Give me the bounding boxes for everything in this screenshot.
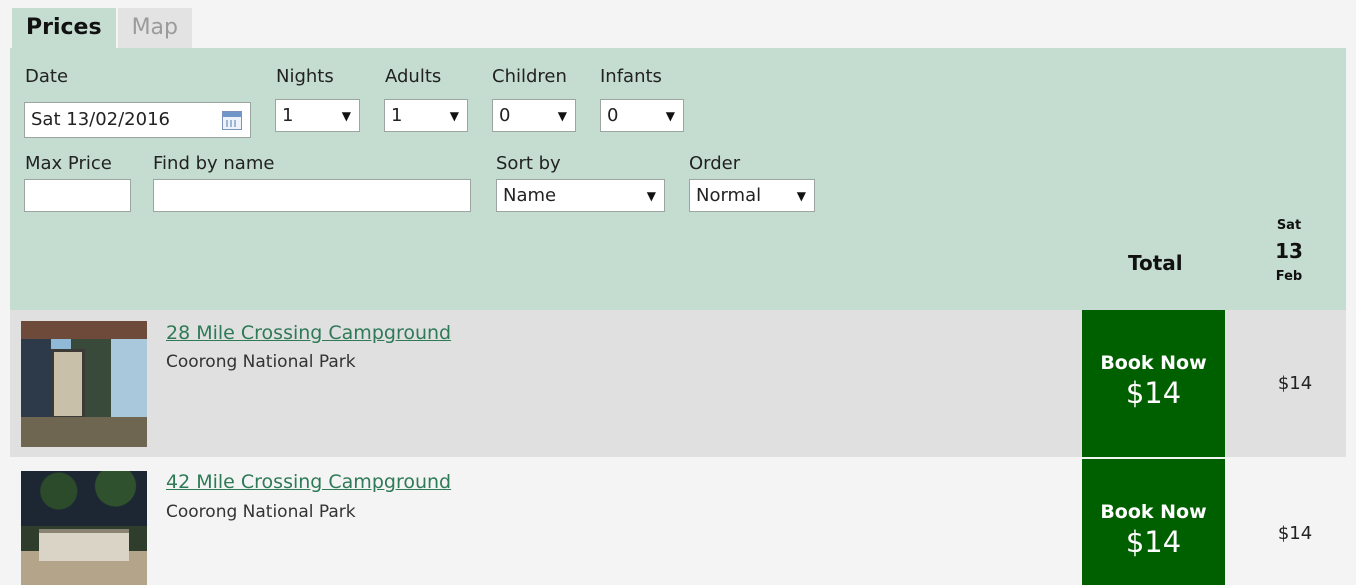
- dropdown-arrow-icon: ▼: [341, 108, 351, 123]
- sort-by-select[interactable]: Name ▼: [496, 179, 665, 212]
- photo-ground: [21, 417, 147, 447]
- day-number: 13: [1275, 239, 1303, 263]
- date-field[interactable]: Sat 13/02/2016: [24, 102, 251, 138]
- day-column-header: Sat 13 Feb: [1264, 218, 1314, 284]
- filter-panel: Date Nights Adults Children Infants Sat …: [10, 48, 1346, 310]
- nights-label: Nights: [276, 66, 334, 87]
- dropdown-arrow-icon: ▼: [796, 188, 806, 203]
- book-now-label: Book Now: [1100, 501, 1207, 523]
- infants-label: Infants: [600, 66, 662, 87]
- max-price-input[interactable]: [24, 179, 131, 212]
- infants-value: 0: [607, 105, 619, 126]
- infants-select[interactable]: 0 ▼: [600, 99, 684, 132]
- sort-by-label: Sort by: [496, 153, 561, 174]
- view-tabs: Prices Map: [12, 8, 193, 48]
- campground-name-link[interactable]: 28 Mile Crossing Campground: [166, 322, 451, 344]
- max-price-label: Max Price: [25, 153, 112, 174]
- photo-trees: [21, 471, 147, 521]
- nights-select[interactable]: 1 ▼: [275, 99, 360, 132]
- result-row: 42 Mile Crossing Campground Coorong Nati…: [10, 459, 1346, 585]
- book-now-label: Book Now: [1100, 352, 1207, 374]
- total-price: $14: [1125, 376, 1182, 410]
- date-label: Date: [25, 66, 69, 87]
- campground-photo[interactable]: [21, 471, 147, 585]
- order-value: Normal: [696, 185, 762, 206]
- total-column-header: Total: [1128, 251, 1183, 275]
- park-name: Coorong National Park: [166, 502, 356, 522]
- adults-select[interactable]: 1 ▼: [384, 99, 468, 132]
- tab-map[interactable]: Map: [117, 8, 193, 48]
- park-name: Coorong National Park: [166, 352, 356, 372]
- dropdown-arrow-icon: ▼: [449, 108, 459, 123]
- children-value: 0: [499, 105, 511, 126]
- photo-shed: [39, 529, 129, 561]
- tab-prices[interactable]: Prices: [12, 8, 116, 48]
- order-select[interactable]: Normal ▼: [689, 179, 815, 212]
- day-month: Feb: [1275, 269, 1303, 284]
- dropdown-arrow-icon: ▼: [646, 188, 656, 203]
- children-select[interactable]: 0 ▼: [492, 99, 576, 132]
- book-now-button[interactable]: Book Now $14: [1082, 310, 1225, 457]
- sort-by-value: Name: [503, 185, 557, 206]
- campground-name-link[interactable]: 42 Mile Crossing Campground: [166, 471, 451, 493]
- campground-prices-page: Prices Map Date Nights Adults Children I…: [0, 0, 1356, 585]
- order-label: Order: [689, 153, 741, 174]
- find-by-name-input[interactable]: [153, 179, 471, 212]
- children-label: Children: [492, 66, 567, 87]
- nights-value: 1: [282, 105, 294, 126]
- dropdown-arrow-icon: ▼: [665, 108, 675, 123]
- dropdown-arrow-icon: ▼: [557, 108, 567, 123]
- book-now-button[interactable]: Book Now $14: [1082, 459, 1225, 585]
- day-price: $14: [1277, 523, 1313, 544]
- find-by-name-label: Find by name: [153, 153, 275, 174]
- total-price: $14: [1125, 525, 1182, 559]
- campground-photo[interactable]: [21, 321, 147, 447]
- adults-value: 1: [391, 105, 403, 126]
- calendar-icon[interactable]: [222, 110, 242, 130]
- photo-sign: [51, 349, 85, 419]
- day-price: $14: [1277, 373, 1313, 394]
- result-row: 28 Mile Crossing Campground Coorong Nati…: [10, 310, 1346, 457]
- adults-label: Adults: [385, 66, 442, 87]
- date-value: Sat 13/02/2016: [31, 109, 170, 130]
- day-of-week: Sat: [1276, 218, 1302, 233]
